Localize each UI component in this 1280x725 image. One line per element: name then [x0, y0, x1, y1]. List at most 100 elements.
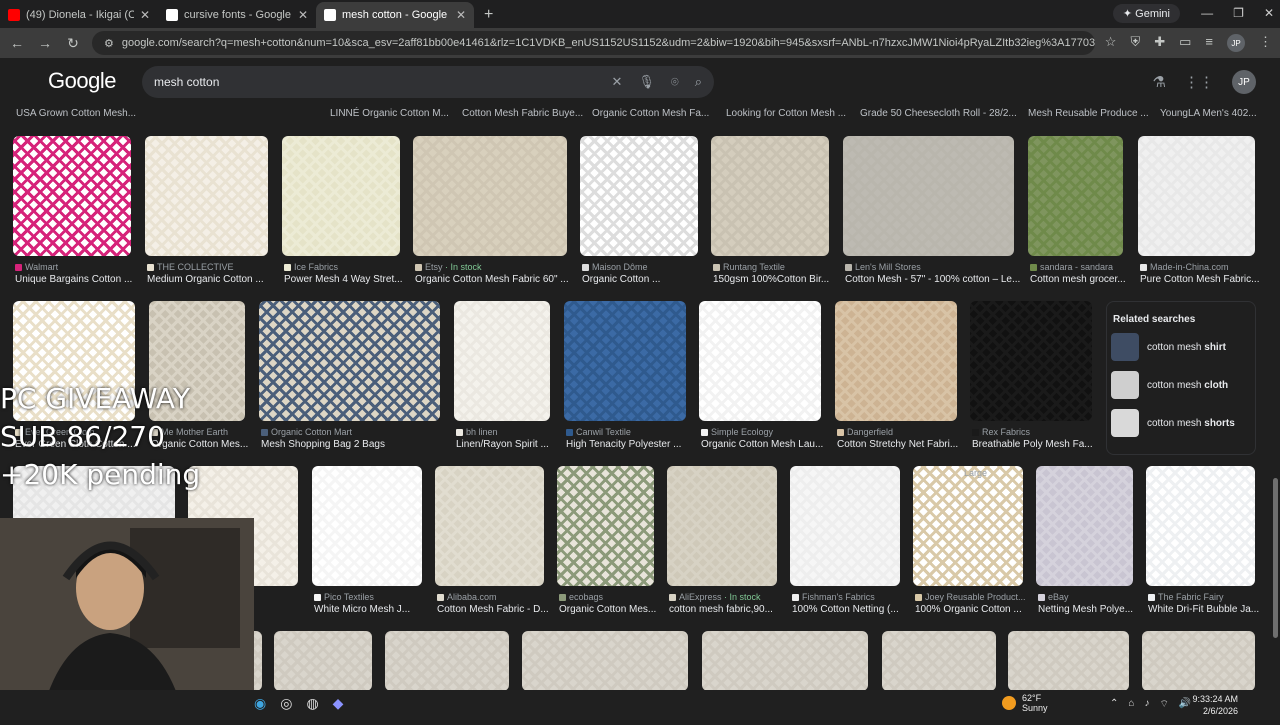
close-icon[interactable]: ✕: [140, 8, 150, 22]
result-title[interactable]: LINNÉ Organic Cotton M...: [330, 108, 449, 119]
shield-icon[interactable]: ⛨: [1130, 34, 1140, 52]
profile-avatar[interactable]: JP: [1227, 34, 1245, 52]
result-source[interactable]: Walmart: [15, 262, 143, 272]
result-source[interactable]: Joey Reusable Product...: [915, 592, 1035, 602]
mic-icon[interactable]: ♪: [1144, 698, 1149, 711]
result-image[interactable]: [843, 136, 1014, 256]
result-title[interactable]: Organic Cotton Mesh Fabric 60" ...: [415, 274, 579, 285]
result-image[interactable]: [282, 136, 400, 256]
result-source[interactable]: Organic Cotton Mart: [261, 427, 452, 437]
result-image[interactable]: [564, 301, 686, 421]
result-title[interactable]: Organic Cotton Mesh Lau...: [701, 439, 833, 450]
result-image[interactable]: [699, 301, 821, 421]
result-title[interactable]: High Tenacity Polyester ...: [566, 439, 698, 450]
result-title[interactable]: Mesh Reusable Produce ...: [1028, 108, 1149, 119]
result-source[interactable]: Simple Ecology: [701, 427, 833, 437]
related-search-item[interactable]: cotton mesh cloth: [1111, 371, 1255, 399]
result-title[interactable]: YoungLA Men's 402...: [1160, 108, 1257, 119]
result-image[interactable]: [1138, 136, 1255, 256]
extensions-icon[interactable]: ✚: [1154, 34, 1165, 52]
result-image[interactable]: [1142, 631, 1255, 690]
result-title[interactable]: Organic Cotton ...: [582, 274, 710, 285]
result-image[interactable]: [522, 631, 688, 690]
result-title[interactable]: cotton mesh fabric,90...: [669, 604, 789, 615]
result-source[interactable]: Maison Dôme: [582, 262, 710, 272]
result-image[interactable]: [274, 631, 372, 690]
result-title[interactable]: Mesh Shopping Bag 2 Bags: [261, 439, 452, 450]
volume-icon[interactable]: 🔊: [1179, 698, 1191, 711]
result-image[interactable]: [1036, 466, 1133, 586]
bookmark-star-icon[interactable]: ☆: [1105, 34, 1117, 52]
result-source[interactable]: AliExpress · In stock: [669, 592, 789, 602]
wifi-icon[interactable]: ⌔: [1159, 698, 1168, 711]
search-input[interactable]: mesh cotton: [154, 75, 595, 89]
result-title[interactable]: USA Grown Cotton Mesh...: [16, 108, 136, 119]
result-image[interactable]: [580, 136, 698, 256]
result-source[interactable]: THE COLLECTIVE: [147, 262, 280, 272]
result-source[interactable]: Canwil Textile: [566, 427, 698, 437]
url-field[interactable]: ⚙ google.com/search?q=mesh+cotton&num=10…: [92, 31, 1095, 55]
result-source[interactable]: Len's Mill Stores: [845, 262, 1026, 272]
reload-icon[interactable]: ↻: [64, 35, 82, 52]
result-source[interactable]: bh linen: [456, 427, 562, 437]
clear-icon[interactable]: ✕: [611, 74, 622, 90]
chrome-icon[interactable]: ◍: [306, 695, 318, 712]
result-image[interactable]: [1008, 631, 1129, 690]
result-title[interactable]: Organic Cotton Mesh Fa...: [592, 108, 709, 119]
labs-icon[interactable]: ⚗: [1153, 73, 1166, 91]
apps-grid-icon[interactable]: ⋮⋮: [1184, 73, 1214, 91]
search-box[interactable]: mesh cotton ✕ 🎙 ⌾ ⌕: [142, 66, 714, 98]
result-image[interactable]: [913, 466, 1023, 586]
menu-icon[interactable]: ⋮: [1259, 34, 1272, 52]
result-image[interactable]: [1146, 466, 1255, 586]
tab-youtube[interactable]: (49) Dionela - Ikigai (Offici ✕: [0, 2, 158, 28]
result-source[interactable]: Alibaba.com: [437, 592, 556, 602]
tab-cursive-fonts[interactable]: cursive fonts - Google Search ✕: [158, 2, 316, 28]
result-title[interactable]: 100% Organic Cotton ...: [915, 604, 1035, 615]
result-title[interactable]: Cotton Mesh Fabric - D...: [437, 604, 556, 615]
cast-icon[interactable]: ▭: [1179, 34, 1191, 52]
forward-icon[interactable]: →: [36, 35, 54, 51]
result-image[interactable]: [13, 136, 131, 256]
network-icon[interactable]: ⌂: [1128, 698, 1134, 711]
result-source[interactable]: Dangerfield: [837, 427, 969, 437]
result-image[interactable]: [882, 631, 996, 690]
google-logo[interactable]: Google: [48, 68, 116, 94]
result-source[interactable]: Etsy · In stock: [415, 262, 579, 272]
close-icon[interactable]: ✕: [456, 8, 466, 22]
result-title[interactable]: Cotton Stretchy Net Fabri...: [837, 439, 969, 450]
steam-icon[interactable]: ◎: [280, 695, 292, 712]
scrollbar-thumb[interactable]: [1273, 478, 1278, 638]
search-icon[interactable]: ⌕: [695, 74, 702, 90]
result-image[interactable]: [312, 466, 422, 586]
result-image[interactable]: [970, 301, 1092, 421]
result-title[interactable]: Looking for Cotton Mesh ...: [726, 108, 846, 119]
gemini-button[interactable]: ✦ Gemini: [1112, 4, 1180, 23]
result-source[interactable]: The Fabric Fairy: [1148, 592, 1267, 602]
edge-icon[interactable]: ◉: [254, 695, 266, 712]
weather-widget[interactable]: 62°F Sunny: [1002, 693, 1048, 713]
close-window-icon[interactable]: ✕: [1264, 6, 1274, 20]
result-title[interactable]: Organic Cotton Mes...: [559, 604, 666, 615]
result-title[interactable]: Cotton Mesh Fabric Buye...: [462, 108, 583, 119]
clock[interactable]: 9:33:24 AM 2/6/2026: [1192, 693, 1238, 717]
result-title[interactable]: Pure Cotton Mesh Fabric...: [1140, 274, 1267, 285]
back-icon[interactable]: ←: [8, 35, 26, 51]
result-image[interactable]: [702, 631, 868, 690]
result-title[interactable]: Unique Bargains Cotton ...: [15, 274, 143, 285]
result-source[interactable]: Ice Fabrics: [284, 262, 412, 272]
related-search-item[interactable]: cotton mesh shirt: [1111, 333, 1255, 361]
result-image[interactable]: [667, 466, 777, 586]
result-image[interactable]: [145, 136, 268, 256]
result-image[interactable]: [259, 301, 440, 421]
result-title[interactable]: Breathable Poly Mesh Fa...: [972, 439, 1104, 450]
minimize-icon[interactable]: —: [1201, 6, 1213, 20]
account-avatar[interactable]: JP: [1232, 70, 1256, 94]
result-title[interactable]: 100% Cotton Netting (...: [792, 604, 912, 615]
result-source[interactable]: eBay: [1038, 592, 1145, 602]
result-source[interactable]: sandara - sandara: [1030, 262, 1135, 272]
result-image[interactable]: [413, 136, 567, 256]
site-info-icon[interactable]: ⚙: [104, 37, 114, 50]
result-source[interactable]: Pico Textiles: [314, 592, 434, 602]
related-search-item[interactable]: cotton mesh shorts: [1111, 409, 1255, 437]
